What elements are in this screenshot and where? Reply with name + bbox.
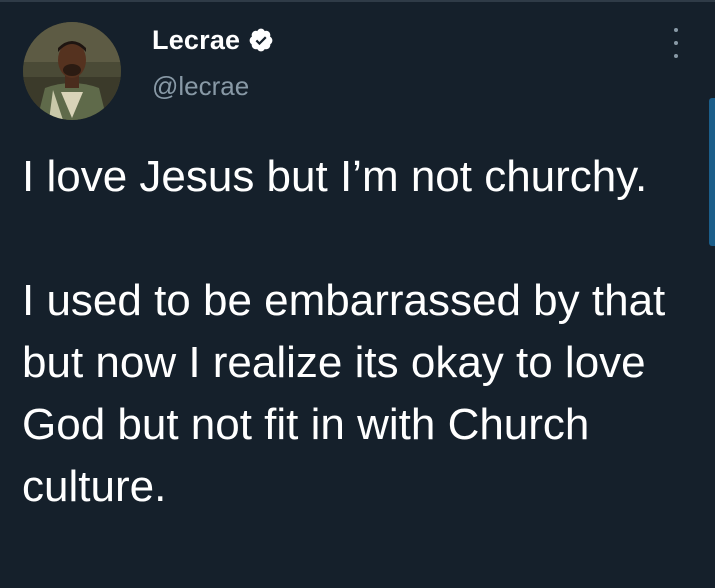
more-vertical-icon-dot [674,28,678,32]
tweet-paragraph: I love Jesus but I’m not churchy. [22,152,648,201]
author-display-name[interactable]: Lecrae [152,25,240,56]
author-handle[interactable]: @lecrae [152,71,249,102]
avatar-image [23,22,121,120]
verified-badge-icon [248,27,274,53]
author-name-row[interactable]: Lecrae [152,24,274,56]
top-divider [0,0,715,2]
more-options-button[interactable] [664,28,688,58]
tweet-paragraph: I used to be embarrassed by that but now… [22,276,666,511]
more-vertical-icon-dot [674,54,678,58]
more-vertical-icon-dot [674,41,678,45]
scrollbar[interactable] [709,98,715,246]
tweet-text: I love Jesus but I’m not churchy. I used… [22,146,702,518]
avatar[interactable] [23,22,121,120]
